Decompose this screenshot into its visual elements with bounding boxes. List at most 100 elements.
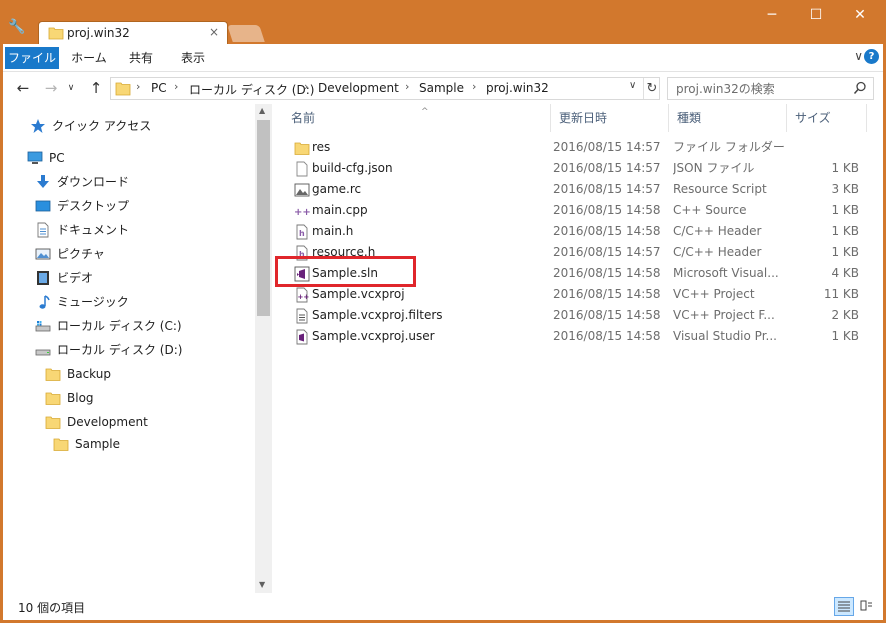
item-count: 10 個の項目 xyxy=(18,601,86,615)
music-icon xyxy=(39,295,50,309)
sidebar-item-label: ダウンロード xyxy=(57,175,130,189)
breadcrumb-pc[interactable]: PC xyxy=(151,81,167,95)
wrench-icon[interactable]: 🔧 xyxy=(8,19,25,35)
tab-home[interactable]: ホーム xyxy=(65,47,113,69)
file-row[interactable]: ++ main.cpp 2016/08/15 14:58 C++ Source … xyxy=(273,200,883,221)
tab-view[interactable]: 表示 xyxy=(171,47,215,69)
drive-icon xyxy=(35,321,51,332)
back-button[interactable]: ← xyxy=(13,78,33,98)
breadcrumb-sample[interactable]: Sample xyxy=(419,81,464,95)
svg-text:++: ++ xyxy=(294,207,310,218)
column-header-date[interactable]: 更新日時 xyxy=(551,104,669,132)
large-icons-view-button[interactable] xyxy=(857,597,877,616)
sort-ascending-icon: ^ xyxy=(421,107,429,117)
vcxproj-icon: ++ xyxy=(296,287,310,303)
file-size xyxy=(789,137,859,158)
column-header-label: 更新日時 xyxy=(559,111,608,125)
tab-share[interactable]: 共有 xyxy=(119,47,163,69)
file-type: Resource Script xyxy=(673,182,767,196)
large-icons-view-icon xyxy=(860,600,872,611)
close-button[interactable]: ✕ xyxy=(838,4,882,26)
file-size: 1 KB xyxy=(831,224,859,238)
navigation-pane: クイック アクセス PC ダウンロード デスクトップ ドキュメント ピクチャ ビ… xyxy=(3,104,255,593)
file-name: game.rc xyxy=(312,182,362,196)
video-icon xyxy=(37,271,49,285)
refresh-icon[interactable]: ↻ xyxy=(643,78,660,99)
breadcrumb-drive-d[interactable]: ローカル ディスク (D:) xyxy=(189,81,314,98)
header-file-icon: h xyxy=(296,224,308,240)
file-date: 2016/08/15 14:57 xyxy=(553,161,661,175)
search-input[interactable] xyxy=(676,80,846,97)
search-box[interactable] xyxy=(667,77,874,100)
details-view-button[interactable] xyxy=(834,597,854,616)
address-dropdown-icon[interactable]: ∨ xyxy=(629,80,643,91)
sidebar-item-label: Sample xyxy=(75,437,120,451)
file-date: 2016/08/15 14:58 xyxy=(553,266,661,280)
file-row[interactable]: ++ Sample.vcxproj 2016/08/15 14:58 VC++ … xyxy=(273,284,883,305)
ribbon-expand-icon[interactable]: ∨ xyxy=(854,49,863,63)
file-size: 1 KB xyxy=(831,329,859,343)
file-date: 2016/08/15 14:57 xyxy=(553,140,661,154)
details-view-icon xyxy=(838,601,850,612)
up-button[interactable]: ↑ xyxy=(86,78,106,98)
breadcrumb-proj-win32[interactable]: proj.win32 xyxy=(486,81,549,95)
search-icon[interactable] xyxy=(853,81,867,95)
file-row[interactable]: game.rc 2016/08/15 14:57 Resource Script… xyxy=(273,179,883,200)
minimize-button[interactable]: ─ xyxy=(750,4,794,26)
tab-proj-win32[interactable]: proj.win32 × xyxy=(38,21,228,44)
download-icon xyxy=(37,175,49,188)
help-icon[interactable]: ? xyxy=(864,49,879,64)
new-tab-button[interactable] xyxy=(227,25,265,42)
file-row[interactable]: build-cfg.json 2016/08/15 14:57 JSON ファイ… xyxy=(273,158,883,179)
maximize-button[interactable]: ☐ xyxy=(794,4,838,26)
breadcrumb-separator: › xyxy=(174,80,179,93)
pictures-icon xyxy=(35,248,51,260)
folder-icon xyxy=(45,416,61,429)
title-bar: 🔧 proj.win32 × ─ ☐ ✕ xyxy=(0,0,886,44)
breadcrumb-separator: › xyxy=(405,80,410,93)
ribbon: ファイル ホーム 共有 表示 ∨ ? xyxy=(0,44,886,71)
svg-text:++: ++ xyxy=(298,293,310,301)
sidebar-item-label: Development xyxy=(67,415,148,429)
desktop-icon xyxy=(35,200,51,212)
vcxproj-user-icon xyxy=(296,329,308,345)
scroll-up-icon[interactable]: ▲ xyxy=(259,106,265,115)
file-row[interactable]: Sample.vcxproj.user 2016/08/15 14:58 Vis… xyxy=(273,326,883,347)
file-size: 1 KB xyxy=(831,203,859,217)
navigation-scrollbar[interactable]: ▲ ▼ xyxy=(255,104,272,593)
blank-file-icon xyxy=(296,161,308,177)
sidebar-item-label: PC xyxy=(49,151,65,165)
column-header-label: 名前 xyxy=(291,111,316,125)
forward-button[interactable]: → xyxy=(41,78,61,98)
column-header-name[interactable]: 名前 ^ xyxy=(283,104,551,132)
sidebar-item-label: デスクトップ xyxy=(57,199,130,213)
tab-close-icon[interactable]: × xyxy=(209,25,219,39)
breadcrumb-development[interactable]: Development xyxy=(318,81,399,95)
file-type: JSON ファイル xyxy=(673,161,755,175)
file-row[interactable]: h main.h 2016/08/15 14:58 C/C++ Header 1… xyxy=(273,221,883,242)
quick-access-icon xyxy=(31,119,45,133)
file-type: Microsoft Visual... xyxy=(673,266,779,280)
file-type: C/C++ Header xyxy=(673,224,762,238)
file-size: 4 KB xyxy=(831,266,859,280)
column-header-size[interactable]: サイズ xyxy=(787,104,867,132)
column-header-type[interactable]: 種類 xyxy=(669,104,787,132)
sidebar-item-label: Blog xyxy=(67,391,94,405)
breadcrumb-separator: › xyxy=(304,80,309,93)
file-date: 2016/08/15 14:57 xyxy=(553,245,661,259)
recent-locations-dropdown[interactable]: ∨ xyxy=(65,78,77,98)
address-bar[interactable]: › PC › ローカル ディスク (D:) › Development › Sa… xyxy=(110,77,660,100)
drive-icon xyxy=(35,349,51,356)
file-row[interactable]: Sample.vcxproj.filters 2016/08/15 14:58 … xyxy=(273,305,883,326)
folder-icon xyxy=(45,368,61,381)
file-type: C++ Source xyxy=(673,203,747,217)
tab-file[interactable]: ファイル xyxy=(5,47,59,69)
file-type: VC++ Project F... xyxy=(673,308,775,322)
content-area: クイック アクセス PC ダウンロード デスクトップ ドキュメント ピクチャ ビ… xyxy=(3,104,883,593)
scroll-down-icon[interactable]: ▼ xyxy=(259,580,265,589)
svg-text:h: h xyxy=(299,229,305,238)
sidebar-item-label: ローカル ディスク (C:) xyxy=(57,319,182,333)
scrollbar-thumb[interactable] xyxy=(257,120,270,316)
file-row[interactable]: res 2016/08/15 14:57 ファイル フォルダー xyxy=(273,137,883,158)
column-header-label: サイズ xyxy=(795,111,831,125)
